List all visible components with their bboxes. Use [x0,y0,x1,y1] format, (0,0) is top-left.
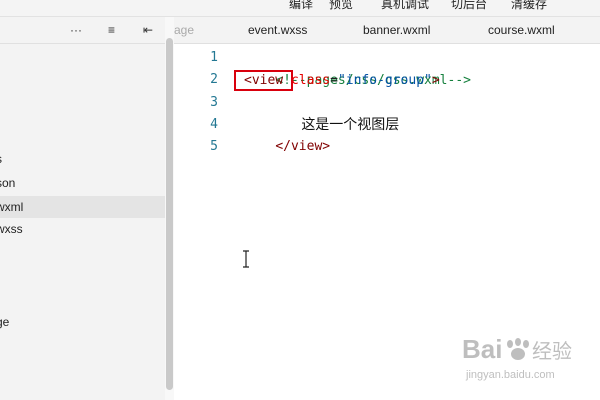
code-line-4: </view> [244,114,330,154]
line-number: 1 [210,50,218,65]
background-button[interactable]: 切后台 [451,0,487,12]
file-item-selected[interactable]: wxml [0,196,165,218]
tab-page[interactable]: age [174,17,194,43]
line-number: 3 [210,95,218,110]
tab-event-wxss[interactable]: event.wxss [248,17,307,43]
watermark-url: jingyan.baidu.com [465,369,555,381]
top-toolbar: 编译 预览 真机调试 切后台 清缓存 [0,0,600,17]
file-item[interactable]: ge [0,311,165,333]
equals-sign: = [330,73,338,88]
line-number: 4 [210,117,218,132]
watermark-brand: Bai [462,334,502,364]
tab-course-wxml[interactable]: course.wxml [488,17,555,43]
more-icon[interactable]: ··· [70,23,82,37]
code-line-3: 这是一个视图层 [270,92,399,133]
code-line-1: <!--pages/css/css.wxml--> [244,48,471,88]
file-explorer: ··· ≡ ⇤ s son wxml wxss ge [0,17,166,400]
file-item-label: wxss [0,222,23,236]
remote-debug-button[interactable]: 真机调试 [381,0,429,12]
editor-tabs: age event.wxss banner.wxml course.wxml [174,17,600,44]
file-item-label: s [0,152,2,166]
file-item[interactable]: s [0,148,165,170]
file-item-label: ge [0,315,10,329]
tag-close-bracket: > [431,73,440,88]
line-number: 5 [210,139,218,154]
tab-banner-wxml[interactable]: banner.wxml [363,17,430,43]
explorer-header: ··· ≡ ⇤ [0,17,165,44]
file-item-label: wxml [0,200,24,214]
file-item[interactable]: son [0,172,165,194]
highlight-annotation-box [234,70,293,91]
file-item-label: son [0,176,16,190]
line-number: 2 [210,72,218,87]
class-attribute: class [290,73,331,88]
split-icon[interactable]: ⇤ [143,23,153,37]
explorer-scrollbar[interactable] [166,38,173,390]
clear-cache-button[interactable]: 清缓存 [511,0,547,12]
baidu-jingyan-watermark: Bai 经验 jingyan.baidu.com [460,328,592,384]
class-value: "info-group" [337,73,432,88]
collapse-icon[interactable]: ≡ [108,23,115,37]
compile-button[interactable]: 编译 [289,0,313,12]
view-close-tag: </view> [275,139,331,154]
preview-button[interactable]: 预览 [329,0,353,12]
file-item[interactable]: wxss [0,218,165,240]
baidu-paw-logo: Bai 经验 jingyan.baidu.com [462,334,572,381]
text-cursor-icon [243,250,249,268]
watermark-cn: 经验 [532,339,572,363]
